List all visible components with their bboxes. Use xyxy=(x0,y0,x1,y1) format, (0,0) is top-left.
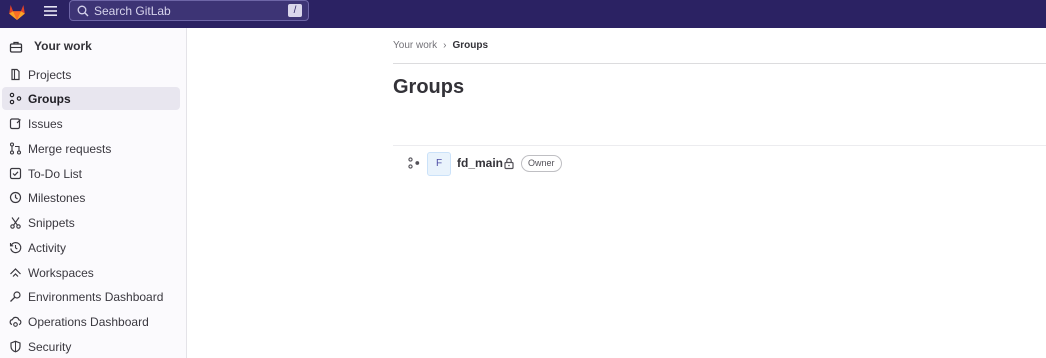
sidebar-item-label: Environments Dashboard xyxy=(28,290,164,304)
todo-icon xyxy=(9,167,22,180)
environment-icon xyxy=(9,290,22,303)
subgroup-icon xyxy=(408,157,420,169)
sidebar-item-label: Groups xyxy=(28,92,71,106)
sidebar-item-groups[interactable]: Groups xyxy=(2,87,180,110)
main-content: Your work › Groups Groups F fd_main Owne… xyxy=(188,28,1046,358)
sidebar-heading-label: Your work xyxy=(34,39,92,53)
chevron-right-icon: › xyxy=(443,40,447,51)
sidebar-toggle-button[interactable] xyxy=(39,0,61,22)
milestone-icon xyxy=(9,191,22,204)
sidebar-item-activity[interactable]: Activity xyxy=(2,236,180,259)
sidebar-item-label: Projects xyxy=(28,68,72,82)
header-divider xyxy=(393,63,1046,64)
sidebar-item-label: Merge requests xyxy=(28,142,112,156)
sidebar-item-security[interactable]: Security xyxy=(2,335,180,358)
snippet-icon xyxy=(9,216,22,229)
shield-icon xyxy=(9,340,22,353)
history-icon xyxy=(9,241,22,254)
search-input[interactable]: Search GitLab / xyxy=(69,0,309,21)
project-icon xyxy=(9,68,22,81)
sidebar-item-label: Activity xyxy=(28,241,67,255)
merge-request-icon xyxy=(9,142,22,155)
sidebar-item-issues[interactable]: Issues xyxy=(2,112,180,135)
list-divider xyxy=(393,145,1046,146)
breadcrumb-current[interactable]: Groups xyxy=(452,40,488,51)
sidebar-item-operations-dashboard[interactable]: Operations Dashboard xyxy=(2,310,180,333)
lock-icon xyxy=(503,157,515,170)
top-bar: Search GitLab / xyxy=(0,0,1046,28)
workspace-icon xyxy=(9,266,22,279)
work-briefcase-icon xyxy=(9,40,23,54)
sidebar-item-label: Snippets xyxy=(28,216,75,230)
sidebar: Your work Projects Groups Issues Merge r… xyxy=(0,28,187,358)
gitlab-logo-icon[interactable] xyxy=(7,2,27,22)
hamburger-icon xyxy=(43,6,57,16)
avatar[interactable]: F xyxy=(427,152,451,176)
sidebar-item-label: Issues xyxy=(28,117,63,131)
sidebar-item-projects[interactable]: Projects xyxy=(2,63,180,86)
breadcrumb-link-your-work[interactable]: Your work xyxy=(393,40,437,51)
group-name-link[interactable]: fd_main xyxy=(457,156,503,170)
sidebar-item-milestones[interactable]: Milestones xyxy=(2,186,180,209)
sidebar-item-label: Security xyxy=(28,340,72,354)
sidebar-item-label: Workspaces xyxy=(28,266,94,280)
search-icon xyxy=(74,1,92,20)
sidebar-item-label: Milestones xyxy=(28,191,86,205)
issues-icon xyxy=(9,117,22,130)
sidebar-item-environments-dashboard[interactable]: Environments Dashboard xyxy=(2,285,180,308)
sidebar-item-workspaces[interactable]: Workspaces xyxy=(2,261,180,284)
list-item[interactable]: F fd_main Owner xyxy=(393,152,1046,176)
group-icon xyxy=(9,92,22,105)
sidebar-item-label: Operations Dashboard xyxy=(28,315,149,329)
sidebar-item-merge-requests[interactable]: Merge requests xyxy=(2,137,180,160)
status-badge: Owner xyxy=(521,155,562,172)
sidebar-item-todo-list[interactable]: To-Do List xyxy=(2,162,180,185)
search-shortcut-badge: / xyxy=(288,4,302,17)
cloud-gear-icon xyxy=(9,315,22,328)
page-title: Groups xyxy=(393,76,465,98)
sidebar-item-label: To-Do List xyxy=(28,167,83,181)
search-placeholder: Search GitLab xyxy=(94,3,171,18)
sidebar-context-heading[interactable]: Your work xyxy=(0,36,186,58)
sidebar-item-snippets[interactable]: Snippets xyxy=(2,211,180,234)
breadcrumb: Your work › Groups xyxy=(393,40,488,51)
